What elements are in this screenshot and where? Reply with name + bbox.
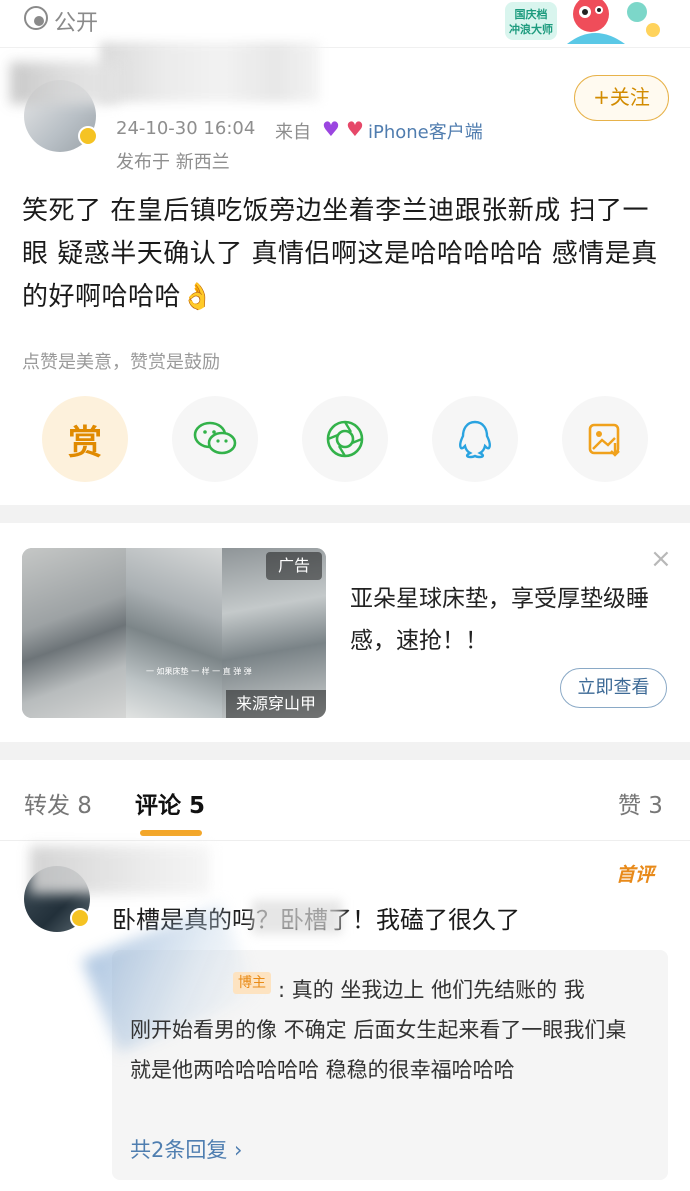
section-divider xyxy=(0,505,690,523)
ad-source-label: 来源穿山甲 xyxy=(226,690,326,718)
verified-icon xyxy=(78,126,98,146)
globe-icon xyxy=(24,6,48,30)
reward-hint: 点赞是美意，赞赏是鼓励 xyxy=(22,352,220,373)
ad-view-button[interactable]: 立即查看 xyxy=(560,668,667,708)
svg-text:国庆档: 国庆档 xyxy=(515,7,548,21)
first-comment-badge: 首评 xyxy=(616,864,655,886)
purple-heart-icon: ♥ xyxy=(322,117,340,141)
red-heart-icon: ♥ xyxy=(346,117,364,141)
active-tab-indicator xyxy=(140,830,202,836)
post-body-text: 笑死了 在皇后镇吃饭旁边坐着李兰迪跟张新成 扫了一眼 疑惑半天确认了 真情侣啊这… xyxy=(22,196,658,312)
follow-button[interactable]: +关注 xyxy=(574,75,669,121)
share-qq-button[interactable] xyxy=(432,396,518,482)
moments-icon xyxy=(326,420,364,458)
share-moments-button[interactable] xyxy=(302,396,388,482)
post-time: 24-10-30 16:04 xyxy=(116,118,256,139)
post-source-prefix: 来自 xyxy=(275,122,311,143)
reward-label: 赏 xyxy=(68,422,102,463)
author-name-mosaic xyxy=(100,42,320,102)
save-image-icon xyxy=(588,423,620,457)
post-device-link[interactable]: iPhone客户端 xyxy=(368,118,483,144)
ad-image-caption: 一 如果床垫 一 样 一 直 弹 弹 xyxy=(146,667,252,676)
post-location: 发布于 新西兰 xyxy=(116,152,230,173)
tabs-divider xyxy=(0,840,690,841)
more-replies-link[interactable]: 共2条回复 › xyxy=(130,1134,242,1164)
comment-text-mosaic xyxy=(252,900,342,934)
ad-image-panel xyxy=(22,548,126,718)
tab-repost[interactable]: 转发 8 xyxy=(24,786,92,820)
reply-text: : 真的 坐我边上 他们先结账的 我 xyxy=(278,978,585,1002)
ad-badge: 广告 xyxy=(266,552,322,580)
share-wechat-button[interactable] xyxy=(172,396,258,482)
commenter-name-mosaic xyxy=(30,846,210,894)
wechat-icon xyxy=(193,421,237,455)
reward-button[interactable]: 赏 xyxy=(42,396,128,482)
visibility-label: 公开 xyxy=(54,11,99,36)
tab-likes[interactable]: 赞 3 xyxy=(618,786,663,820)
tab-comments[interactable]: 评论 5 xyxy=(135,786,205,820)
save-image-button[interactable] xyxy=(562,396,648,482)
author-name-mosaic xyxy=(10,62,120,104)
qq-icon xyxy=(458,420,492,459)
ad-image-panel xyxy=(126,548,222,718)
reply-text: 刚开始看男的像 不确定 后面女生起来看了一眼我们桌 就是他两哈哈哈哈哈 稳稳的很… xyxy=(130,1018,627,1082)
author-badge: 博主 xyxy=(233,972,271,994)
section-divider xyxy=(0,742,690,760)
verified-icon xyxy=(70,908,90,928)
close-icon[interactable]: × xyxy=(650,546,672,572)
festival-badge[interactable]: 国庆档 冲浪大师 xyxy=(505,0,665,48)
svg-text:冲浪大师: 冲浪大师 xyxy=(509,22,553,36)
ad-title[interactable]: 亚朵星球床垫，享受厚垫级睡感，速抢！！ xyxy=(350,578,650,662)
